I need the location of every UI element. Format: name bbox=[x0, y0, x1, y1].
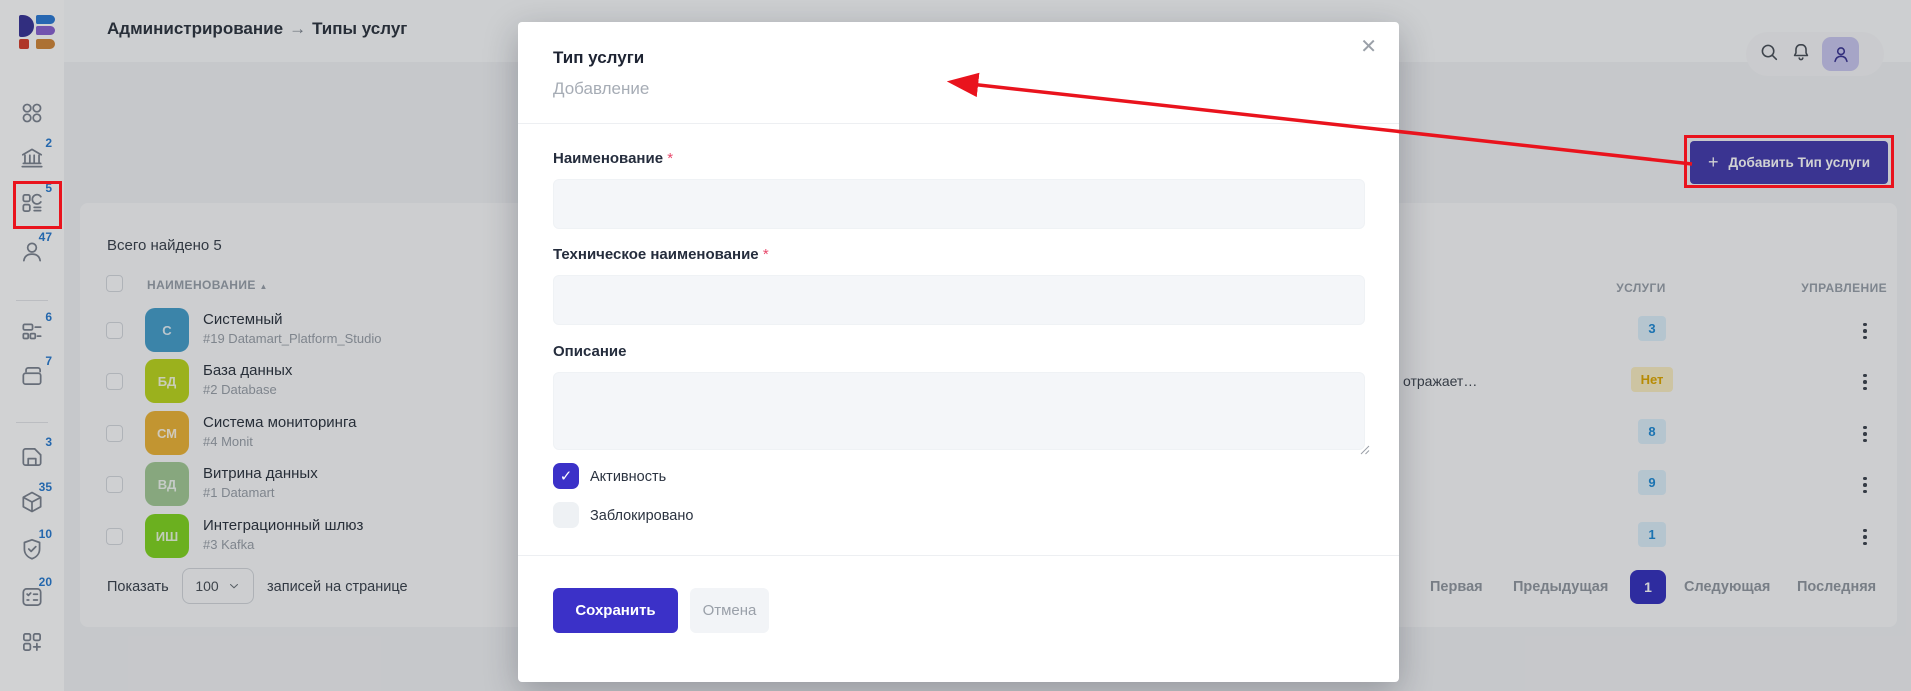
cancel-button[interactable]: Отмена bbox=[690, 588, 769, 633]
active-checkbox[interactable]: ✓ bbox=[553, 463, 579, 489]
close-icon[interactable]: ✕ bbox=[1360, 34, 1377, 59]
modal-title: Тип услуги bbox=[553, 48, 645, 67]
technical-name-field-label: Техническое наименование * bbox=[553, 246, 769, 263]
modal-header-divider bbox=[518, 123, 1399, 124]
description-textarea[interactable] bbox=[553, 372, 1365, 450]
modal-footer-divider bbox=[518, 555, 1399, 556]
save-button[interactable]: Сохранить bbox=[553, 588, 678, 633]
annotation-box-add-button bbox=[1684, 135, 1894, 188]
annotation-box-sidebar-icon bbox=[13, 181, 62, 229]
blocked-checkbox-label: Заблокировано bbox=[590, 508, 694, 524]
textarea-resize-grip[interactable] bbox=[1360, 445, 1370, 455]
name-input[interactable] bbox=[553, 179, 1365, 229]
required-asterisk: * bbox=[667, 150, 674, 167]
name-field-label: Наименование * bbox=[553, 150, 674, 167]
active-checkbox-label: Активность bbox=[590, 469, 667, 485]
technical-name-input[interactable] bbox=[553, 275, 1365, 325]
blocked-checkbox[interactable] bbox=[553, 502, 579, 528]
app-screen: Администрирование → Типы услуг + Добавить … bbox=[0, 0, 1911, 691]
service-type-modal: ✕ Тип услуги Добавление Наименование * Т… bbox=[518, 22, 1399, 682]
description-field-label: Описание bbox=[553, 343, 627, 360]
modal-subtitle: Добавление bbox=[553, 79, 650, 98]
required-asterisk: * bbox=[762, 246, 769, 263]
